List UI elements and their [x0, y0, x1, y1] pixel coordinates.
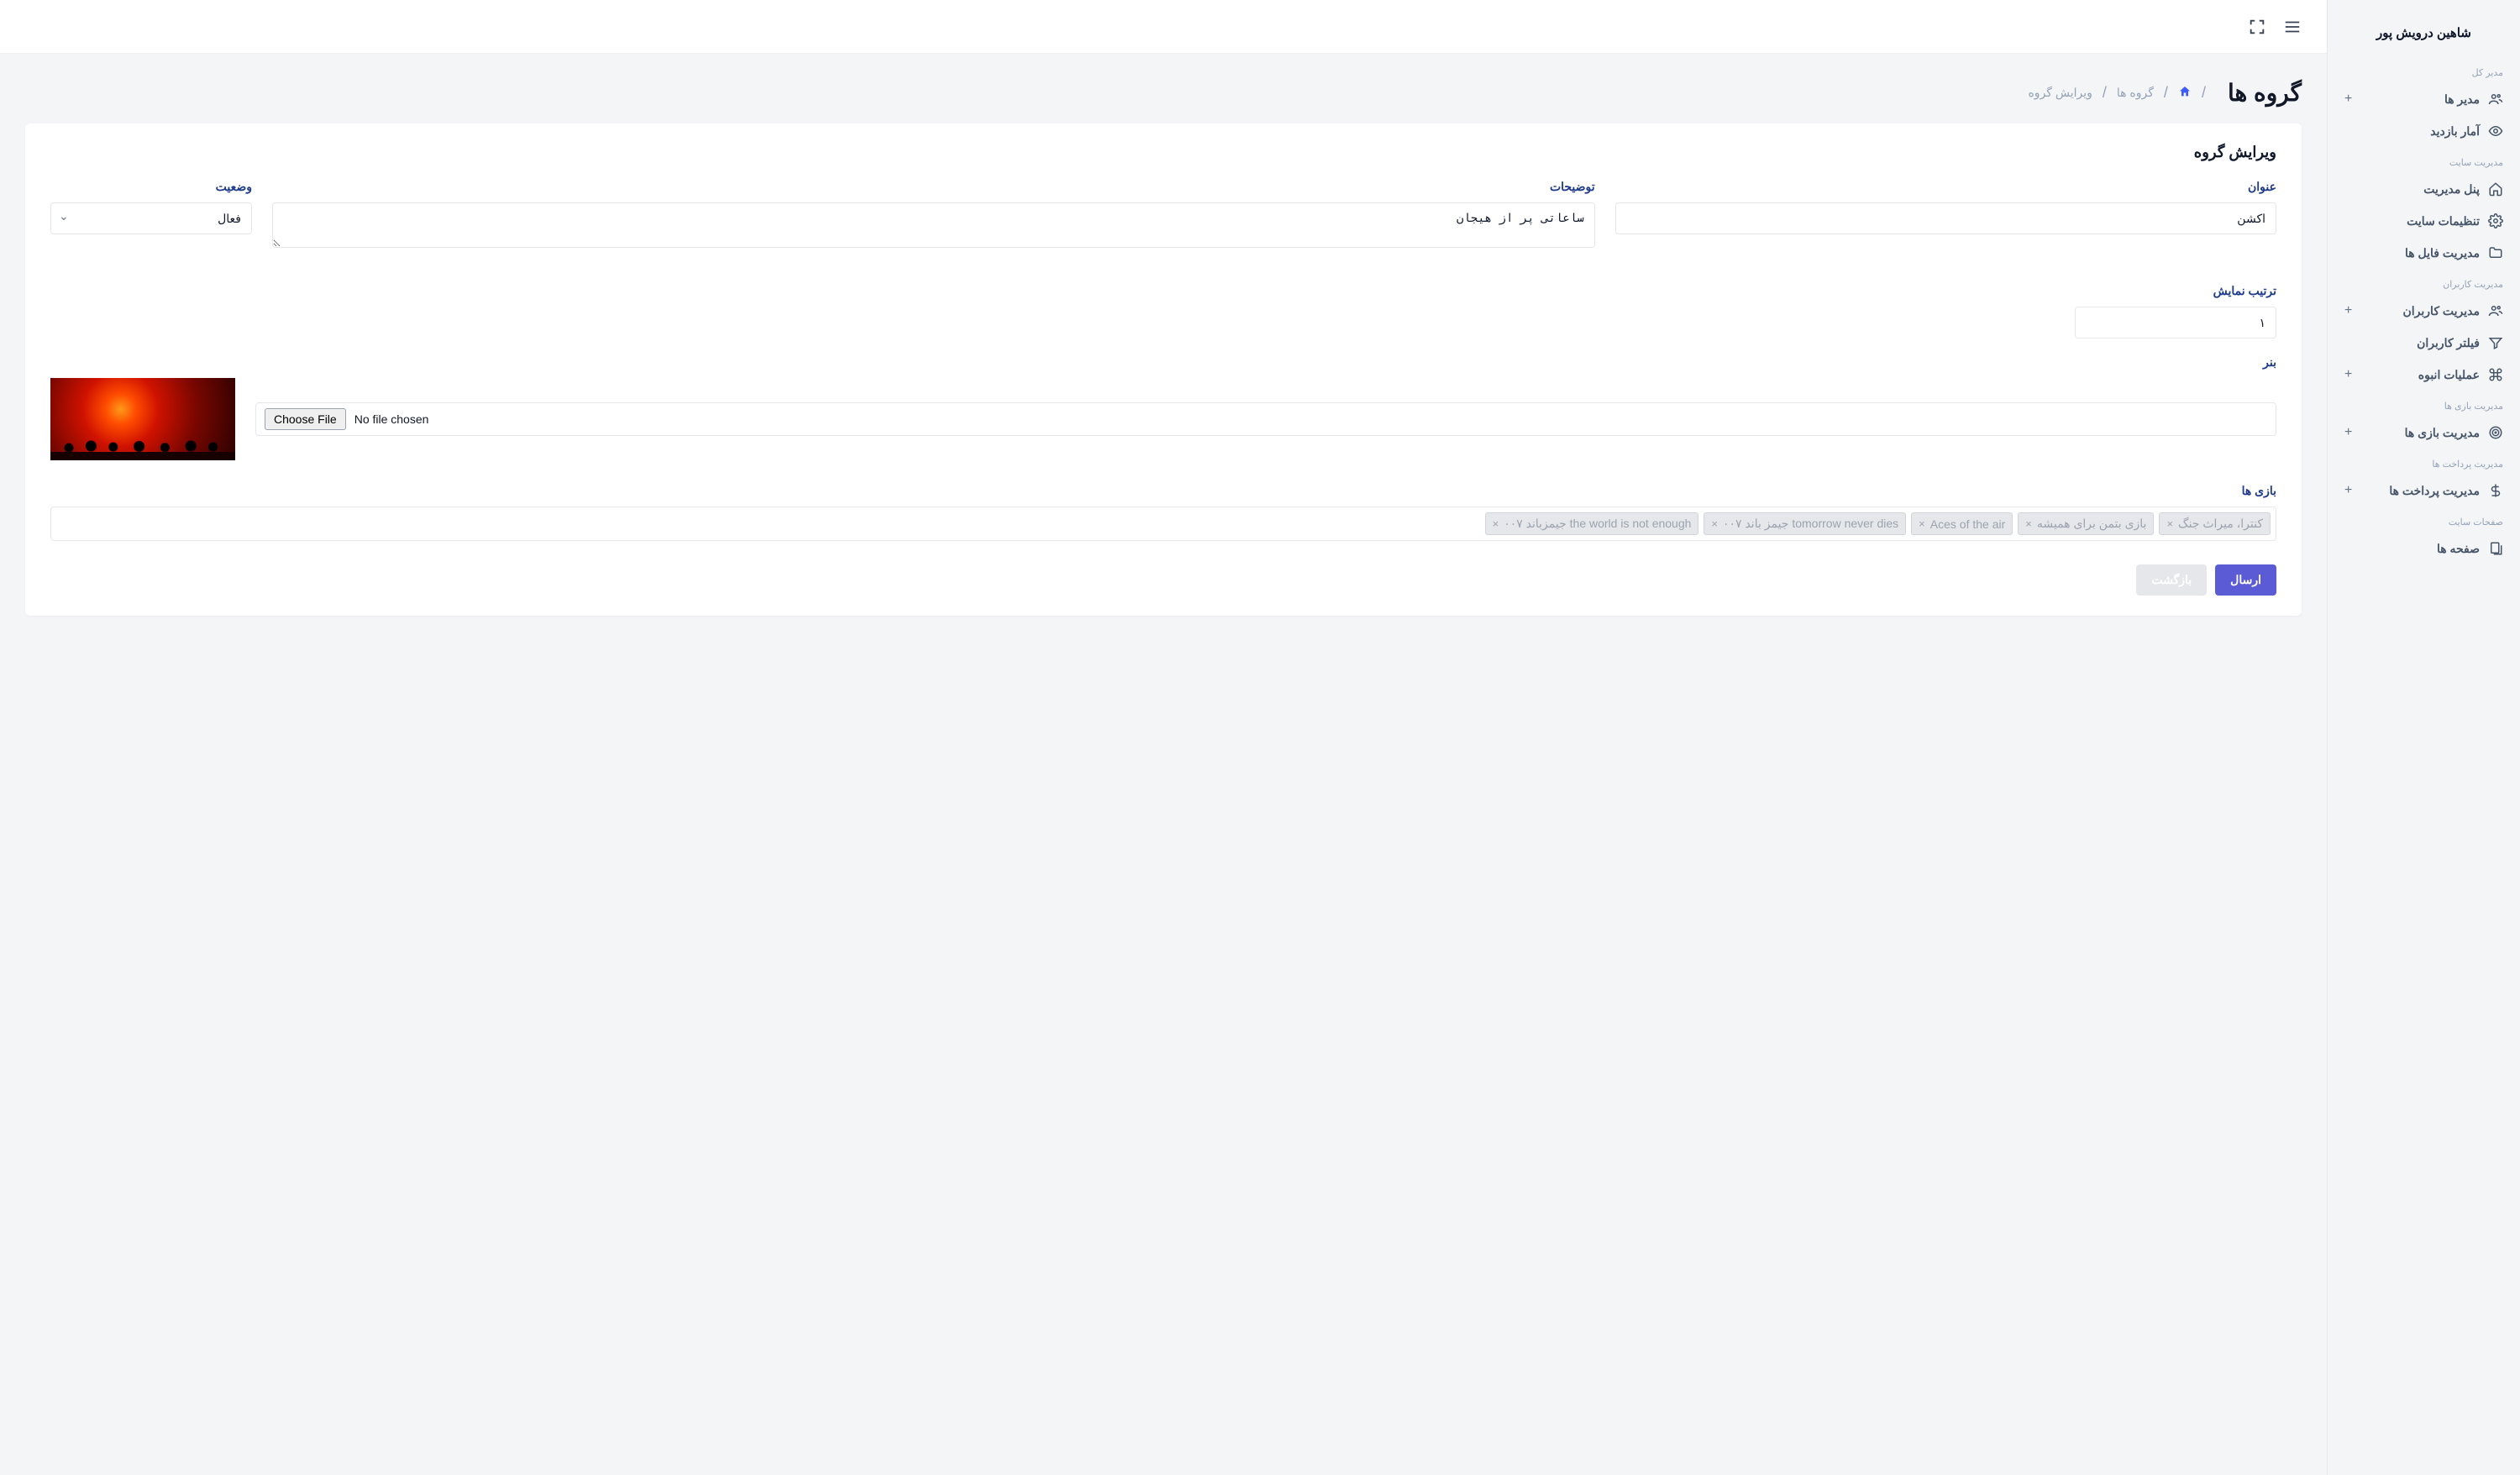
sidebar-section-title: مدیر کل — [2328, 57, 2520, 83]
sidebar-item-label: پنل مدیریت — [2423, 182, 2480, 197]
status-label: وضعیت — [50, 180, 252, 194]
sidebar-item[interactable]: عملیات انبوه + — [2328, 359, 2520, 391]
sidebar-item[interactable]: مدیریت کاربران + — [2328, 295, 2520, 327]
title-input[interactable] — [1615, 202, 2276, 234]
back-button[interactable]: بازگشت — [2136, 564, 2207, 596]
title-label: عنوان — [1615, 180, 2276, 194]
tag-remove-icon[interactable]: × — [1493, 517, 1499, 530]
game-tag[interactable]: tomorrow never dies جیمز باند ۰۰۷ × — [1704, 512, 1906, 535]
breadcrumb: / / گروه ها / ویرایش گروه — [2028, 84, 2208, 102]
sidebar-item[interactable]: تنظیمات سایت — [2328, 205, 2520, 237]
plus-icon: + — [2344, 92, 2352, 107]
submit-button[interactable]: ارسال — [2215, 564, 2276, 596]
home-icon — [2488, 181, 2503, 197]
sidebar: شاهین درویش پور مدیر کل مدیر ها + آمار بازد… — [2327, 0, 2520, 1475]
sidebar-item-label: تنظیمات سایت — [2407, 214, 2480, 228]
game-tag[interactable]: کنترا، میراث جنگ × — [2159, 512, 2271, 535]
tag-remove-icon[interactable]: × — [2025, 517, 2032, 530]
breadcrumb-sep: / — [2164, 84, 2168, 102]
sidebar-section-title: مدیریت بازی ها — [2328, 391, 2520, 417]
sidebar-section-title: مدیریت پرداخت ها — [2328, 449, 2520, 475]
sidebar-item[interactable]: فیلتر کاربران — [2328, 327, 2520, 359]
games-tags[interactable]: کنترا، میراث جنگ×بازی بتمن برای همیشه×Ac… — [50, 507, 2276, 541]
command-icon — [2488, 367, 2503, 382]
order-input[interactable] — [2075, 307, 2276, 339]
tag-remove-icon[interactable]: × — [2166, 517, 2173, 530]
users-icon — [2488, 92, 2503, 107]
sidebar-item[interactable]: صفحه ها — [2328, 533, 2520, 564]
dollar-icon — [2488, 483, 2503, 498]
plus-icon: + — [2344, 425, 2352, 440]
sidebar-item-label: مدیریت فایل ها — [2405, 246, 2480, 260]
profile-name: شاهین درویش پور — [2344, 25, 2503, 40]
status-select[interactable]: فعال — [50, 202, 252, 234]
sidebar-item[interactable]: مدیریت بازی ها + — [2328, 417, 2520, 449]
sidebar-item[interactable]: مدیر ها + — [2328, 83, 2520, 115]
desc-label: توضیحات — [272, 180, 1595, 194]
sidebar-item-label: فیلتر کاربران — [2417, 336, 2480, 350]
tag-label: Aces of the air — [1930, 517, 2006, 531]
pages-icon — [2488, 541, 2503, 556]
breadcrumb-groups[interactable]: گروه ها — [2117, 86, 2154, 100]
menu-icon[interactable] — [2283, 18, 2302, 36]
file-input[interactable]: Choose File No file chosen — [255, 402, 2276, 436]
profile: شاهین درویش پور — [2328, 17, 2520, 57]
sidebar-item-label: مدیریت بازی ها — [2405, 426, 2480, 440]
game-tag[interactable]: the world is not enough جیمزباند ۰۰۷ × — [1485, 512, 1699, 535]
sidebar-item[interactable]: آمار بازدید — [2328, 115, 2520, 147]
sidebar-item-label: مدیر ها — [2444, 92, 2480, 107]
plus-icon: + — [2344, 367, 2352, 382]
plus-icon: + — [2344, 303, 2352, 318]
breadcrumb-sep: / — [2103, 84, 2107, 102]
sidebar-item[interactable]: مدیریت پرداخت ها + — [2328, 475, 2520, 507]
banner-label: بنر — [50, 355, 2276, 370]
game-tag[interactable]: Aces of the air × — [1911, 512, 2013, 535]
card-title: ویرایش گروه — [50, 144, 2276, 161]
tag-label: بازی بتمن برای همیشه — [2037, 517, 2147, 531]
choose-file-button[interactable]: Choose File — [265, 408, 346, 430]
users-icon — [2488, 303, 2503, 318]
target-icon — [2488, 425, 2503, 440]
game-tag[interactable]: بازی بتمن برای همیشه × — [2018, 512, 2154, 535]
folder-icon — [2488, 245, 2503, 260]
breadcrumb-current: ویرایش گروه — [2028, 86, 2092, 100]
home-icon[interactable] — [2178, 85, 2192, 101]
sidebar-item[interactable]: مدیریت فایل ها — [2328, 237, 2520, 269]
page-header: گروه ها / / گروه ها / ویرایش گروه — [25, 79, 2302, 107]
tag-remove-icon[interactable]: × — [1919, 517, 1925, 530]
tag-label: the world is not enough جیمزباند ۰۰۷ — [1504, 517, 1691, 531]
sidebar-section-title: صفحات سایت — [2328, 507, 2520, 533]
topbar — [0, 0, 2327, 54]
edit-card: ویرایش گروه عنوان توضیحات ساعاتی پر از ه… — [25, 123, 2302, 616]
order-label: ترتیب نمایش — [2075, 284, 2276, 298]
file-chosen-text: No file chosen — [354, 412, 429, 426]
sidebar-item-label: آمار بازدید — [2430, 124, 2480, 139]
games-label: بازی ها — [50, 484, 2276, 498]
eye-icon — [2488, 123, 2503, 139]
sidebar-item-label: صفحه ها — [2437, 542, 2480, 556]
breadcrumb-sep: / — [2202, 84, 2206, 102]
plus-icon: + — [2344, 483, 2352, 498]
fullscreen-icon[interactable] — [2248, 18, 2266, 36]
tag-remove-icon[interactable]: × — [1711, 517, 1718, 530]
tag-label: کنترا، میراث جنگ — [2178, 517, 2263, 531]
sidebar-section-title: مدیریت کاربران — [2328, 269, 2520, 295]
sidebar-item-label: مدیریت کاربران — [2403, 304, 2481, 318]
banner-preview — [50, 378, 235, 460]
page-title: گروه ها — [2228, 79, 2302, 107]
desc-input[interactable]: ساعاتی پر از هیجان — [272, 202, 1595, 248]
sidebar-item[interactable]: پنل مدیریت — [2328, 173, 2520, 205]
sidebar-section-title: مدیریت سایت — [2328, 147, 2520, 173]
gear-icon — [2488, 213, 2503, 228]
filter-icon — [2488, 335, 2503, 350]
sidebar-item-label: مدیریت پرداخت ها — [2389, 484, 2480, 498]
tag-label: tomorrow never dies جیمز باند ۰۰۷ — [1723, 517, 1898, 531]
sidebar-item-label: عملیات انبوه — [2418, 368, 2480, 382]
